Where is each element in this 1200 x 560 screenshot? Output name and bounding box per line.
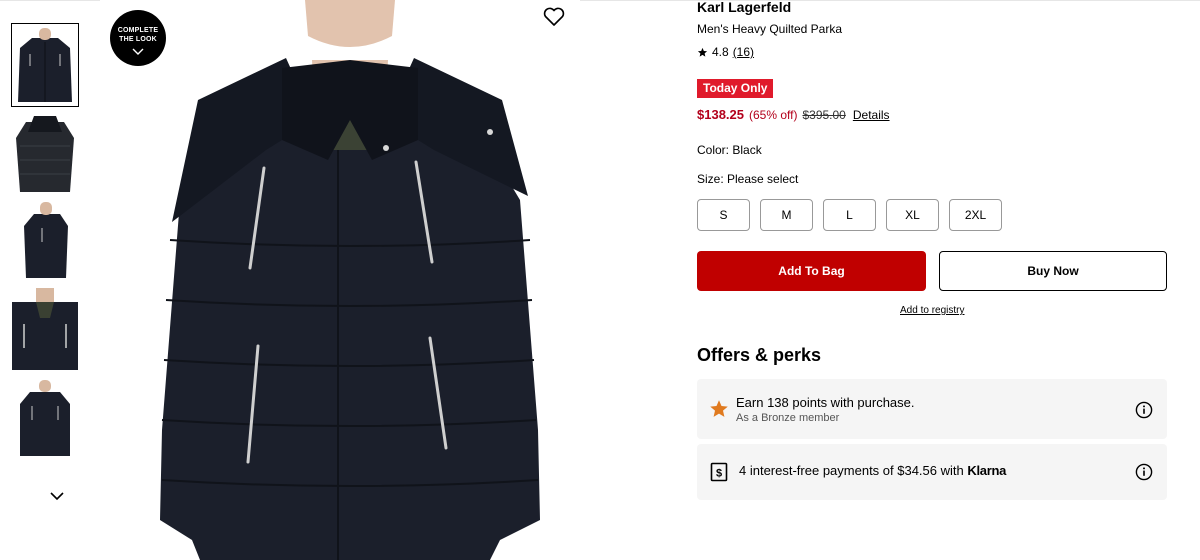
chevron-down-icon[interactable]: [49, 490, 65, 502]
color-label: Color: Black: [697, 143, 762, 157]
complete-the-look-button[interactable]: COMPLETE THE LOOK: [110, 10, 166, 66]
product-main-image[interactable]: [100, 0, 580, 560]
thumbnail-5[interactable]: [12, 376, 78, 458]
size-label: Size: Please select: [697, 172, 799, 186]
chevron-down-icon: [132, 48, 144, 55]
payments-line: 4 interest-free payments of $34.56 with: [739, 463, 968, 478]
size-m-button[interactable]: M: [760, 199, 813, 231]
klarna-logo: Klarna: [967, 463, 1007, 478]
heart-icon[interactable]: [543, 7, 565, 27]
brand-name[interactable]: Karl Lagerfeld: [697, 0, 791, 15]
info-icon[interactable]: [1135, 463, 1153, 481]
thumbnail-2-image: [12, 112, 78, 194]
size-s-button[interactable]: S: [697, 199, 750, 231]
complete-the-look-line1: COMPLETE: [117, 27, 159, 34]
rating[interactable]: 4.8 (16): [697, 45, 754, 59]
offers-heading: Offers & perks: [697, 345, 822, 365]
thumbnail-5-image: [12, 376, 78, 458]
star-orange-icon: [710, 400, 728, 417]
complete-the-look-line2: THE LOOK: [119, 36, 157, 43]
size-l-button[interactable]: L: [823, 199, 876, 231]
payments-perk: $ 4 interest-free payments of $34.56 wit…: [697, 444, 1167, 500]
percent-off: (65% off): [749, 108, 798, 122]
svg-text:$: $: [716, 468, 722, 480]
price-details-link[interactable]: Details: [853, 108, 890, 122]
star-icon: [697, 47, 708, 57]
size-options: S M L XL 2XL: [697, 199, 1002, 231]
parka-illustration: [100, 0, 580, 560]
product-name: Men's Heavy Quilted Parka: [697, 22, 843, 36]
thumbnail-1-image: [12, 24, 78, 106]
add-to-bag-button[interactable]: Add To Bag: [697, 251, 926, 291]
thumbnail-1[interactable]: [11, 23, 79, 107]
size-xl-button[interactable]: XL: [886, 199, 939, 231]
sale-price: $138.25: [697, 107, 744, 122]
thumbnail-4-image: [12, 288, 78, 370]
price-row: $138.25 (65% off) $395.00 Details: [697, 107, 890, 122]
buy-now-button[interactable]: Buy Now: [939, 251, 1167, 291]
dollar-card-icon: $: [710, 462, 728, 482]
review-count-link[interactable]: (16): [733, 45, 754, 59]
points-perk: Earn 138 points with purchase. As a Bron…: [697, 379, 1167, 439]
add-to-registry-link[interactable]: Add to registry: [900, 305, 964, 316]
payments-text: 4 interest-free payments of $34.56 with …: [739, 463, 1006, 478]
thumbnail-4[interactable]: [12, 288, 78, 370]
thumbnail-2[interactable]: [12, 112, 78, 194]
rating-value: 4.8: [712, 45, 729, 59]
points-text: Earn 138 points with purchase.: [736, 395, 915, 410]
member-text: As a Bronze member: [736, 412, 840, 424]
size-2xl-button[interactable]: 2XL: [949, 199, 1002, 231]
original-price: $395.00: [802, 108, 846, 122]
info-icon[interactable]: [1135, 401, 1153, 419]
thumbnail-3[interactable]: [12, 200, 78, 282]
thumbnail-3-image: [12, 200, 78, 282]
today-only-badge: Today Only: [697, 79, 774, 98]
